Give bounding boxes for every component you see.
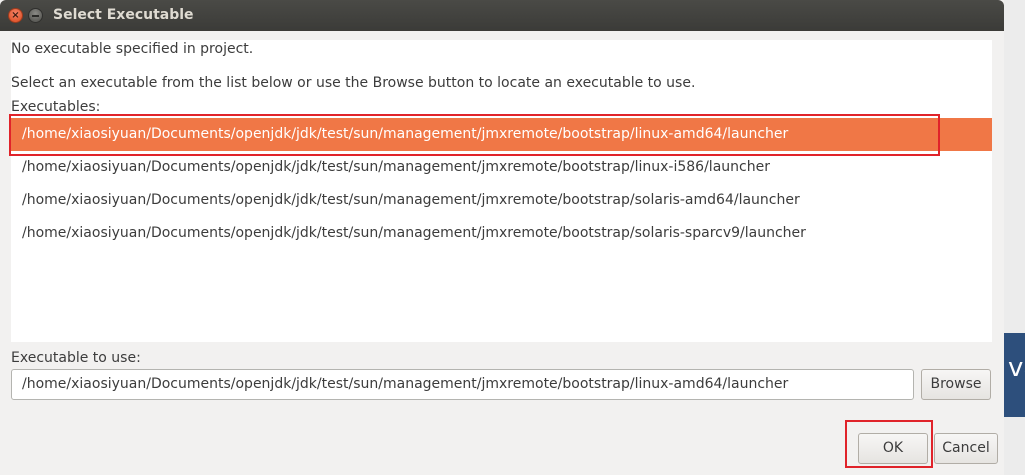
executables-list[interactable]: /home/xiaosiyuan/Documents/openjdk/jdk/t… [11,118,992,342]
window-title: Select Executable [53,7,194,23]
title-bar[interactable]: × Select Executable [0,0,1004,31]
executable-to-use-label: Executable to use: [11,350,141,366]
browse-button[interactable]: Browse [921,369,991,400]
instructions-message: Select an executable from the list below… [11,75,696,91]
executable-path-input[interactable]: /home/xiaosiyuan/Documents/openjdk/jdk/t… [11,369,914,400]
close-icon[interactable]: × [8,8,23,23]
background-text: va [1008,353,1025,383]
list-item[interactable]: /home/xiaosiyuan/Documents/openjdk/jdk/t… [11,217,992,250]
list-item[interactable]: /home/xiaosiyuan/Documents/openjdk/jdk/t… [11,184,992,217]
executables-label: Executables: [11,99,101,115]
cancel-button[interactable]: Cancel [934,433,998,464]
select-executable-dialog: × Select Executable No executable specif… [0,0,1004,475]
list-item[interactable]: /home/xiaosiyuan/Documents/openjdk/jdk/t… [11,151,992,184]
ok-button[interactable]: OK [858,433,928,464]
no-executable-message: No executable specified in project. [11,41,254,57]
background-banner: va [1004,333,1025,417]
list-item[interactable]: /home/xiaosiyuan/Documents/openjdk/jdk/t… [11,118,992,151]
minimize-icon[interactable] [28,8,43,23]
